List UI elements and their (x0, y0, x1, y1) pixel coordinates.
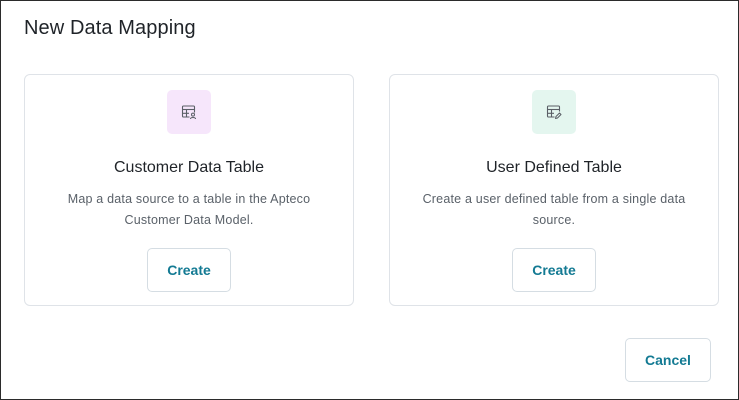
icon-tile-customer (167, 90, 211, 134)
user-defined-table-card: User Defined Table Create a user defined… (389, 74, 719, 306)
card-description: Create a user defined table from a singl… (422, 192, 686, 227)
create-user-defined-table-button[interactable]: Create (512, 248, 596, 292)
table-person-icon (181, 105, 197, 120)
dialog-title: New Data Mapping (24, 17, 196, 39)
create-customer-table-button[interactable]: Create (147, 248, 231, 292)
card-title: User Defined Table (486, 159, 622, 176)
icon-tile-user-defined (532, 90, 576, 134)
customer-data-table-card: Customer Data Table Map a data source to… (24, 74, 354, 306)
cancel-button[interactable]: Cancel (625, 338, 711, 382)
card-title: Customer Data Table (114, 159, 264, 176)
new-data-mapping-dialog: New Data Mapping Customer Data Table Map… (0, 0, 739, 400)
card-description: Map a data source to a table in the Apte… (67, 192, 311, 227)
table-edit-icon (546, 105, 562, 120)
